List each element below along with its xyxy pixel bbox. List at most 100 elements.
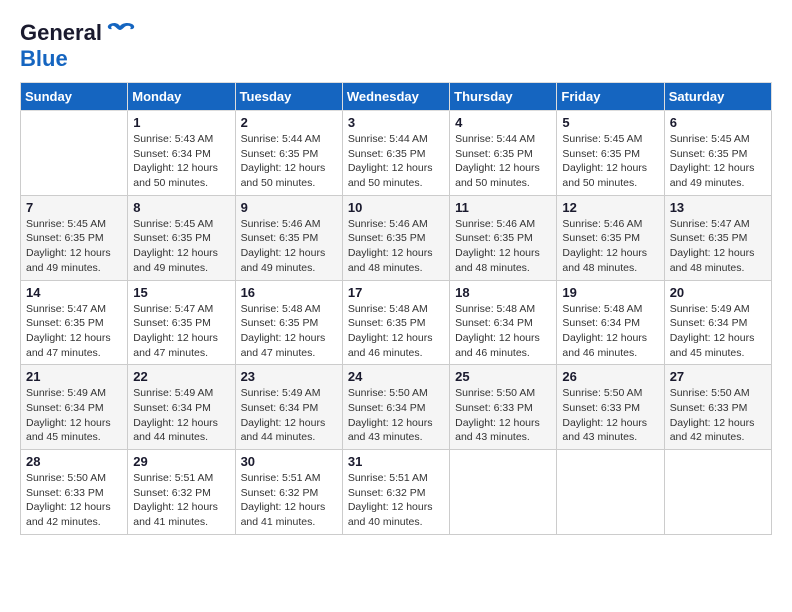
day-number: 16 [241, 285, 337, 300]
day-info: Sunrise: 5:51 AM Sunset: 6:32 PM Dayligh… [133, 471, 229, 530]
day-info: Sunrise: 5:47 AM Sunset: 6:35 PM Dayligh… [133, 302, 229, 361]
calendar-header-row: SundayMondayTuesdayWednesdayThursdayFrid… [21, 83, 772, 111]
column-header-sunday: Sunday [21, 83, 128, 111]
day-info: Sunrise: 5:48 AM Sunset: 6:34 PM Dayligh… [562, 302, 658, 361]
calendar-cell: 28Sunrise: 5:50 AM Sunset: 6:33 PM Dayli… [21, 450, 128, 535]
calendar-cell: 24 Sunrise: 5:50 AM Sunset: 6:34 PM Dayli… [342, 365, 449, 450]
day-number: 30 [241, 454, 337, 469]
calendar-cell: 31 Sunrise: 5:51 AM Sunset: 6:32 PM Dayli… [342, 450, 449, 535]
column-header-monday: Monday [128, 83, 235, 111]
day-number: 9 [241, 200, 337, 215]
day-info: Sunrise: 5:50 AM Sunset: 6:34 PM Dayligh… [348, 386, 444, 445]
day-info: Sunrise: 5:43 AM Sunset: 6:34 PM Dayligh… [133, 132, 229, 191]
logo-general-text: General [20, 20, 102, 46]
day-info: Sunrise: 5:46 AM Sunset: 6:35 PM Dayligh… [241, 217, 337, 276]
calendar-week-row: 7 Sunrise: 5:45 AM Sunset: 6:35 PM Daylig… [21, 195, 772, 280]
calendar-cell: 26 Sunrise: 5:50 AM Sunset: 6:33 PM Dayli… [557, 365, 664, 450]
day-info: Sunrise: 5:47 AM Sunset: 6:35 PM Dayligh… [670, 217, 766, 276]
day-info: Sunrise: 5:49 AM Sunset: 6:34 PM Dayligh… [670, 302, 766, 361]
calendar-week-row: 28Sunrise: 5:50 AM Sunset: 6:33 PM Dayli… [21, 450, 772, 535]
day-number: 26 [562, 369, 658, 384]
logo-bird-icon [104, 22, 136, 44]
calendar-cell: 15Sunrise: 5:47 AM Sunset: 6:35 PM Dayli… [128, 280, 235, 365]
calendar-cell: 18 Sunrise: 5:48 AM Sunset: 6:34 PM Dayli… [450, 280, 557, 365]
day-number: 25 [455, 369, 551, 384]
day-number: 20 [670, 285, 766, 300]
calendar-cell: 27 Sunrise: 5:50 AM Sunset: 6:33 PM Dayli… [664, 365, 771, 450]
calendar-cell: 9 Sunrise: 5:46 AM Sunset: 6:35 PM Daylig… [235, 195, 342, 280]
day-info: Sunrise: 5:50 AM Sunset: 6:33 PM Dayligh… [670, 386, 766, 445]
day-info: Sunrise: 5:44 AM Sunset: 6:35 PM Dayligh… [348, 132, 444, 191]
day-info: Sunrise: 5:50 AM Sunset: 6:33 PM Dayligh… [455, 386, 551, 445]
calendar-cell: 6Sunrise: 5:45 AM Sunset: 6:35 PM Daylig… [664, 111, 771, 196]
day-info: Sunrise: 5:48 AM Sunset: 6:35 PM Dayligh… [348, 302, 444, 361]
calendar-week-row: 1 Sunrise: 5:43 AM Sunset: 6:34 PM Daylig… [21, 111, 772, 196]
day-number: 12 [562, 200, 658, 215]
day-number: 17 [348, 285, 444, 300]
calendar-cell: 2Sunrise: 5:44 AM Sunset: 6:35 PM Daylig… [235, 111, 342, 196]
day-info: Sunrise: 5:50 AM Sunset: 6:33 PM Dayligh… [562, 386, 658, 445]
calendar-cell: 22 Sunrise: 5:49 AM Sunset: 6:34 PM Dayli… [128, 365, 235, 450]
day-number: 5 [562, 115, 658, 130]
day-number: 29 [133, 454, 229, 469]
calendar-cell: 23Sunrise: 5:49 AM Sunset: 6:34 PM Dayli… [235, 365, 342, 450]
calendar-cell: 25 Sunrise: 5:50 AM Sunset: 6:33 PM Dayli… [450, 365, 557, 450]
day-number: 14 [26, 285, 122, 300]
day-number: 27 [670, 369, 766, 384]
day-info: Sunrise: 5:49 AM Sunset: 6:34 PM Dayligh… [133, 386, 229, 445]
calendar-cell: 12 Sunrise: 5:46 AM Sunset: 6:35 PM Dayli… [557, 195, 664, 280]
day-number: 6 [670, 115, 766, 130]
day-number: 22 [133, 369, 229, 384]
day-info: Sunrise: 5:48 AM Sunset: 6:34 PM Dayligh… [455, 302, 551, 361]
calendar-cell: 8 Sunrise: 5:45 AM Sunset: 6:35 PM Daylig… [128, 195, 235, 280]
calendar-cell: 4 Sunrise: 5:44 AM Sunset: 6:35 PM Daylig… [450, 111, 557, 196]
column-header-thursday: Thursday [450, 83, 557, 111]
day-number: 7 [26, 200, 122, 215]
day-info: Sunrise: 5:46 AM Sunset: 6:35 PM Dayligh… [562, 217, 658, 276]
day-info: Sunrise: 5:49 AM Sunset: 6:34 PM Dayligh… [26, 386, 122, 445]
day-number: 4 [455, 115, 551, 130]
calendar-cell: 1 Sunrise: 5:43 AM Sunset: 6:34 PM Daylig… [128, 111, 235, 196]
calendar-cell [21, 111, 128, 196]
column-header-tuesday: Tuesday [235, 83, 342, 111]
calendar-cell [450, 450, 557, 535]
day-number: 23 [241, 369, 337, 384]
day-info: Sunrise: 5:44 AM Sunset: 6:35 PM Dayligh… [455, 132, 551, 191]
calendar-cell: 13 Sunrise: 5:47 AM Sunset: 6:35 PM Dayli… [664, 195, 771, 280]
column-header-friday: Friday [557, 83, 664, 111]
day-info: Sunrise: 5:44 AM Sunset: 6:35 PM Dayligh… [241, 132, 337, 191]
day-info: Sunrise: 5:51 AM Sunset: 6:32 PM Dayligh… [348, 471, 444, 530]
day-number: 19 [562, 285, 658, 300]
day-info: Sunrise: 5:45 AM Sunset: 6:35 PM Dayligh… [26, 217, 122, 276]
day-info: Sunrise: 5:48 AM Sunset: 6:35 PM Dayligh… [241, 302, 337, 361]
calendar-cell: 14 Sunrise: 5:47 AM Sunset: 6:35 PM Dayli… [21, 280, 128, 365]
calendar-cell: 7 Sunrise: 5:45 AM Sunset: 6:35 PM Daylig… [21, 195, 128, 280]
calendar-cell: 11Sunrise: 5:46 AM Sunset: 6:35 PM Dayli… [450, 195, 557, 280]
calendar-cell [664, 450, 771, 535]
calendar-cell: 17 Sunrise: 5:48 AM Sunset: 6:35 PM Dayli… [342, 280, 449, 365]
column-header-saturday: Saturday [664, 83, 771, 111]
calendar-cell: 29 Sunrise: 5:51 AM Sunset: 6:32 PM Dayli… [128, 450, 235, 535]
day-number: 21 [26, 369, 122, 384]
day-number: 31 [348, 454, 444, 469]
day-number: 1 [133, 115, 229, 130]
day-info: Sunrise: 5:46 AM Sunset: 6:35 PM Dayligh… [348, 217, 444, 276]
calendar-cell: 16 Sunrise: 5:48 AM Sunset: 6:35 PM Dayli… [235, 280, 342, 365]
calendar-cell: 21 Sunrise: 5:49 AM Sunset: 6:34 PM Dayli… [21, 365, 128, 450]
day-number: 8 [133, 200, 229, 215]
day-number: 18 [455, 285, 551, 300]
calendar-cell: 20 Sunrise: 5:49 AM Sunset: 6:34 PM Dayli… [664, 280, 771, 365]
day-number: 13 [670, 200, 766, 215]
day-number: 10 [348, 200, 444, 215]
calendar-week-row: 14 Sunrise: 5:47 AM Sunset: 6:35 PM Dayli… [21, 280, 772, 365]
calendar-table: SundayMondayTuesdayWednesdayThursdayFrid… [20, 82, 772, 535]
day-number: 11 [455, 200, 551, 215]
calendar-cell [557, 450, 664, 535]
day-number: 24 [348, 369, 444, 384]
calendar-cell: 10 Sunrise: 5:46 AM Sunset: 6:35 PM Dayli… [342, 195, 449, 280]
day-info: Sunrise: 5:45 AM Sunset: 6:35 PM Dayligh… [133, 217, 229, 276]
day-info: Sunrise: 5:47 AM Sunset: 6:35 PM Dayligh… [26, 302, 122, 361]
calendar-cell: 19 Sunrise: 5:48 AM Sunset: 6:34 PM Dayli… [557, 280, 664, 365]
column-header-wednesday: Wednesday [342, 83, 449, 111]
day-info: Sunrise: 5:50 AM Sunset: 6:33 PM Dayligh… [26, 471, 122, 530]
